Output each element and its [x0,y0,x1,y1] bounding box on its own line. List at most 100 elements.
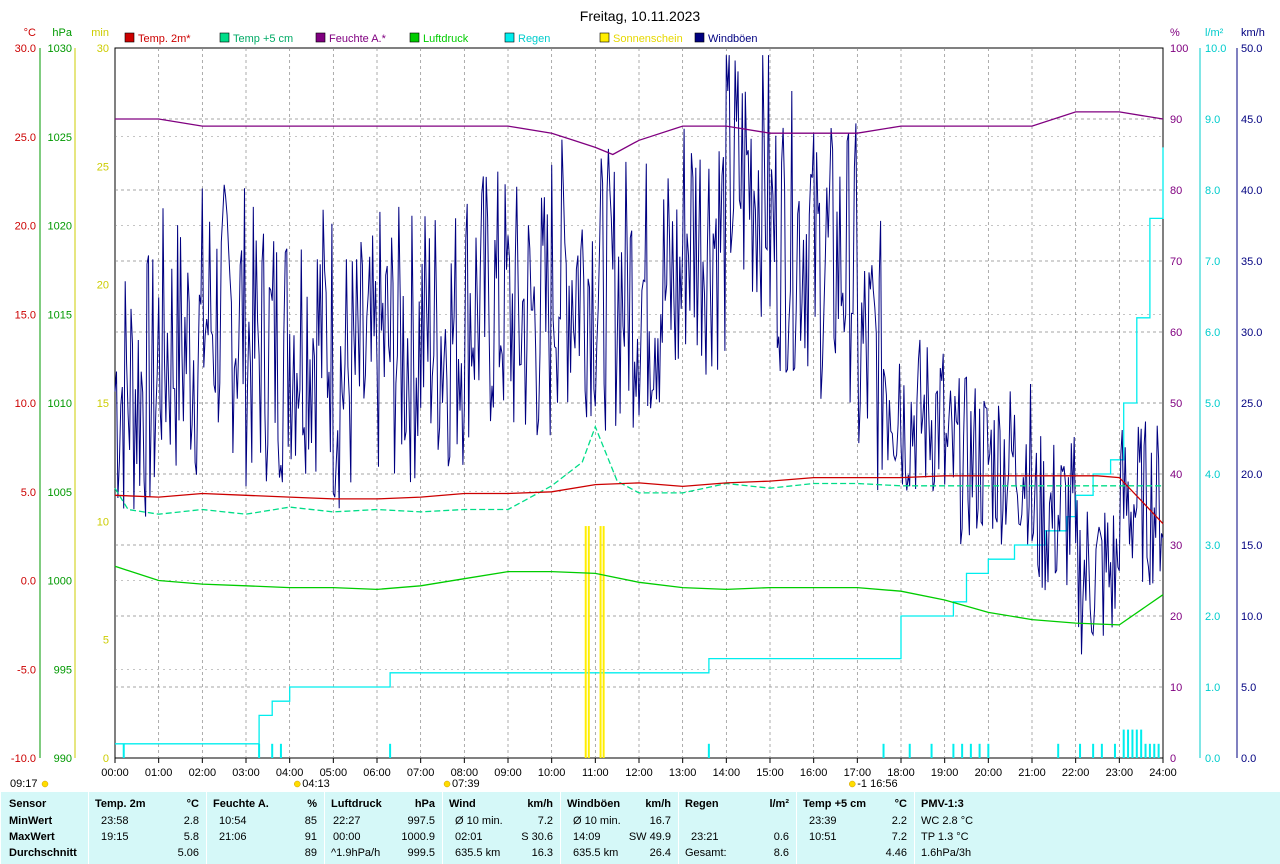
stats-temp2m-title: Temp. 2m [95,798,146,810]
x-tick-label: 19:00 [931,767,959,779]
chart-title: Freitag, 10.11.2023 [580,8,701,24]
sun-bar [599,526,602,758]
stats-wind-max-time: 02:01 [455,831,483,843]
legend-label-humidity: Feuchte A.* [329,33,387,45]
axis-rain-tick: 0.0 [1205,753,1220,765]
stats-pmv-pressure-trend: 1.6hPa/3h [921,847,972,859]
stats-temp5cm-unit: °C [894,798,907,810]
stats-pressure-avg: 999.5 [407,847,435,859]
sun-bar [584,526,587,758]
stats-gusts-max-time: 14:09 [573,831,601,843]
stats-gusts-avg10-label: Ø 10 min. [573,815,621,827]
axis-percent-tick: 80 [1170,185,1182,197]
x-axis: 00:00 01:00 02:00 03:00 04:00 05:00 06:00 07:00… [10,758,1177,790]
axis-rain-tick: 8.0 [1205,185,1220,197]
axis-rain-tick: 1.0 [1205,682,1220,694]
stats-gusts-max-val: SW 49.9 [628,831,671,843]
stats-humidity-min-val: 85 [304,815,317,827]
rain-bar [969,743,972,758]
x-tick-label: 04:00 [276,767,304,779]
rain-bar [978,743,981,758]
rain-bar [930,743,933,758]
axis-percent-tick: 30 [1170,540,1182,552]
x-tick-label: 21:00 [1018,767,1046,779]
legend-swatch-temp5cm [219,32,230,43]
x-tick-label: 15:00 [756,767,784,779]
stats-pressure-unit: hPa [414,798,435,810]
stats-humidity-title: Feuchte A. [213,798,269,810]
legend-label-temp2m: Temp. 2m* [138,33,191,45]
axis-minutes-unit: min [91,27,109,39]
stats-col-gusts: Windböen km/h Ø 10 min. 16.7 14:09 SW 49… [560,792,679,864]
stats-wind-unit: km/h [527,798,553,810]
x-tick-label: 23:00 [1106,767,1134,779]
x-tick-label: 06:00 [363,767,391,779]
sun-bar [602,526,605,758]
axis-celsius-tick: 10.0 [15,398,36,410]
rain-bar [1079,743,1082,758]
axis-percent-tick: 50 [1170,398,1182,410]
rain-bar [1113,743,1116,758]
stats-wind-max-val: S 30.6 [521,831,553,843]
x-tick-label: 01:00 [145,767,173,779]
rain-bar [908,743,911,758]
axis-minutes-tick: 20 [97,280,109,292]
axis-hpa-tick: 1025 [48,132,72,144]
axis-celsius-tick: 25.0 [15,132,36,144]
axis-percent-tick: 90 [1170,114,1182,126]
x-tick-label: 24:00 [1149,767,1177,779]
stats-temp2m-avg: 5.06 [177,847,199,859]
x-tick-label: 10:00 [538,767,566,779]
stats-rain-total-label: Gesamt: [685,847,727,859]
axis-celsius-tick: 30.0 [15,43,36,55]
stats-wind-avg: 16.3 [531,847,553,859]
stats-temp5cm-avg: 4.46 [885,847,907,859]
stats-col-rain: Regen l/m² 23:21 0.6 Gesamt: 8.6 [678,792,797,864]
sun-marker-icon [294,780,301,788]
stats-wind-title: Wind [449,798,476,810]
legend-label-temp5cm: Temp +5 cm [233,33,293,45]
axis-celsius-tick: -5.0 [17,664,36,676]
rain-bar [1100,743,1103,758]
legend-swatch-humidity [315,32,326,43]
stats-pressure-title: Luftdruck [331,798,382,810]
axis-percent-tick: 40 [1170,469,1182,481]
axis-kmh-tick: 45.0 [1241,114,1262,126]
stats-wind-avg10-label: Ø 10 min. [455,815,503,827]
stats-rain-max-time: 23:21 [691,831,719,843]
stats-temp2m-max-val: 5.8 [183,831,199,843]
stats-temp5cm-max-val: 7.2 [891,831,907,843]
axis-hpa-tick: 1010 [48,398,72,410]
stats-pmv-windchill: WC 2.8 °C [921,815,974,827]
rain-bar [389,743,392,758]
legend-swatch-gusts [694,32,705,43]
stats-temp5cm-title: Temp +5 cm [803,798,867,810]
sun-marker-icon [443,780,451,788]
stats-sensor-title: Sensor [9,798,47,810]
axis-percent-tick: 10 [1170,682,1182,694]
legend-label-pressure: Luftdruck [423,33,469,45]
stats-pressure-min-time: 22:27 [333,815,361,827]
stats-gusts-unit: km/h [645,798,671,810]
rain-bar [122,743,125,758]
x-tick-label: 07:00 [407,767,435,779]
time-marker: 09:17 [10,778,38,790]
legend-swatch-pressure [409,32,420,43]
axis-minutes-tick: 0 [103,753,109,765]
rain-bar [1092,743,1095,758]
stats-col-temp5cm: Temp +5 cm °C 23:39 2.2 10:51 7.2 4.46 [796,792,915,864]
stats-wind-distance: 635.5 km [455,847,501,859]
x-tick-label: 03:00 [232,767,260,779]
statistics-table: Sensor MinWert MaxWert Durchschnitt Temp… [0,792,1280,864]
legend-label-sun: Sonnenschein [613,33,683,45]
x-tick-label: 00:00 [101,767,129,779]
axis-hpa-tick: 1005 [48,487,72,499]
rain-bar [707,743,710,758]
axis-rain-tick: 5.0 [1205,398,1220,410]
axis-celsius-tick: 0.0 [21,576,36,588]
stats-temp2m-max-time: 19:15 [101,831,129,843]
stats-temp2m-min-val: 2.8 [183,815,199,827]
axis-percent-tick: 70 [1170,256,1182,268]
axis-minutes-tick: 10 [97,516,109,528]
axis-rain-tick: 9.0 [1205,114,1220,126]
